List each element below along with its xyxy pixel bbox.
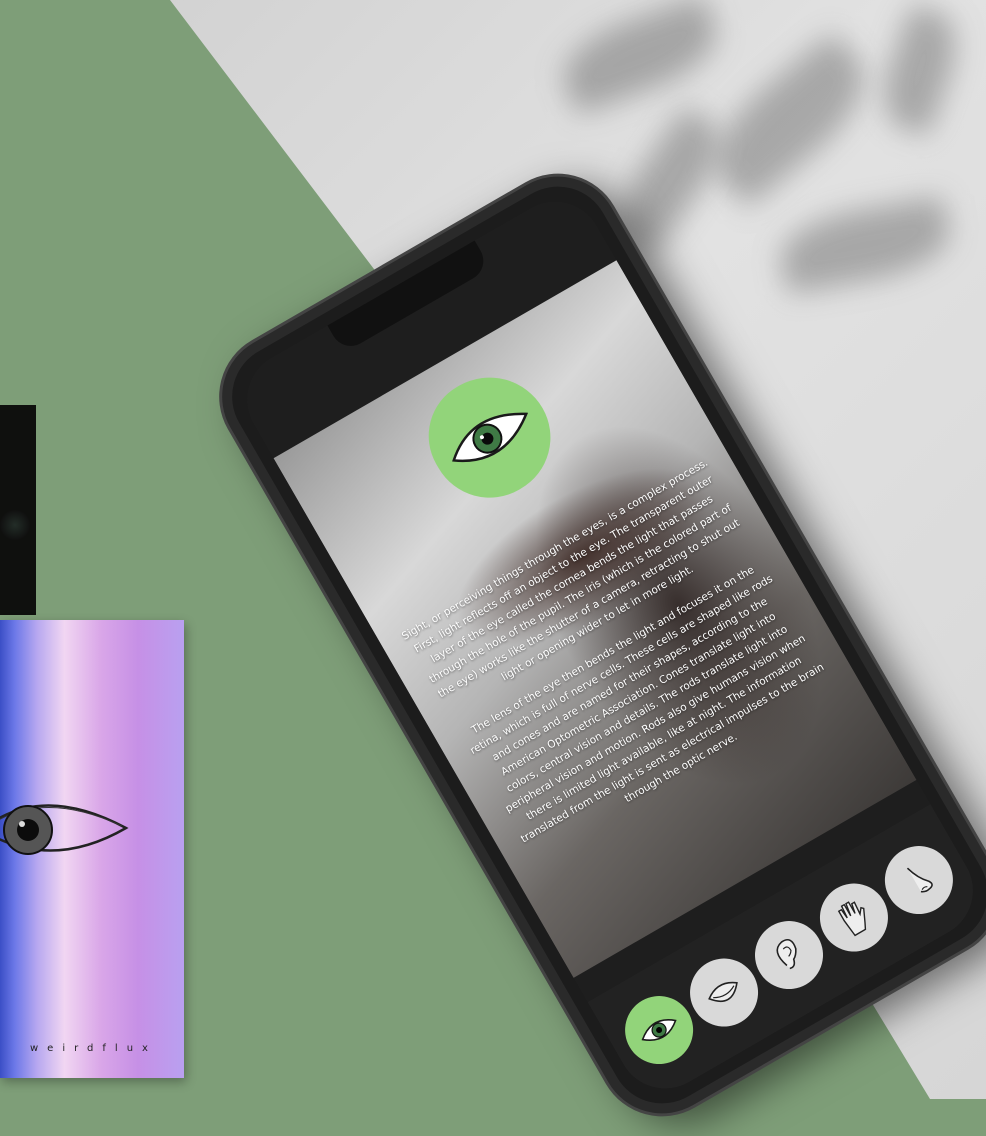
gradient-poster: weirdflux: [0, 620, 184, 1078]
mouth-icon: [707, 981, 738, 1003]
eye-icon: [641, 1019, 677, 1042]
brand-wordmark: weirdflux: [30, 1043, 157, 1054]
dark-poster-card: [0, 405, 36, 615]
ear-icon: [776, 938, 797, 970]
eye-icon: [0, 510, 30, 540]
hand-icon: [837, 901, 867, 937]
eye-icon: [452, 412, 529, 463]
nose-icon: [907, 867, 934, 893]
eye-icon: [0, 804, 129, 855]
